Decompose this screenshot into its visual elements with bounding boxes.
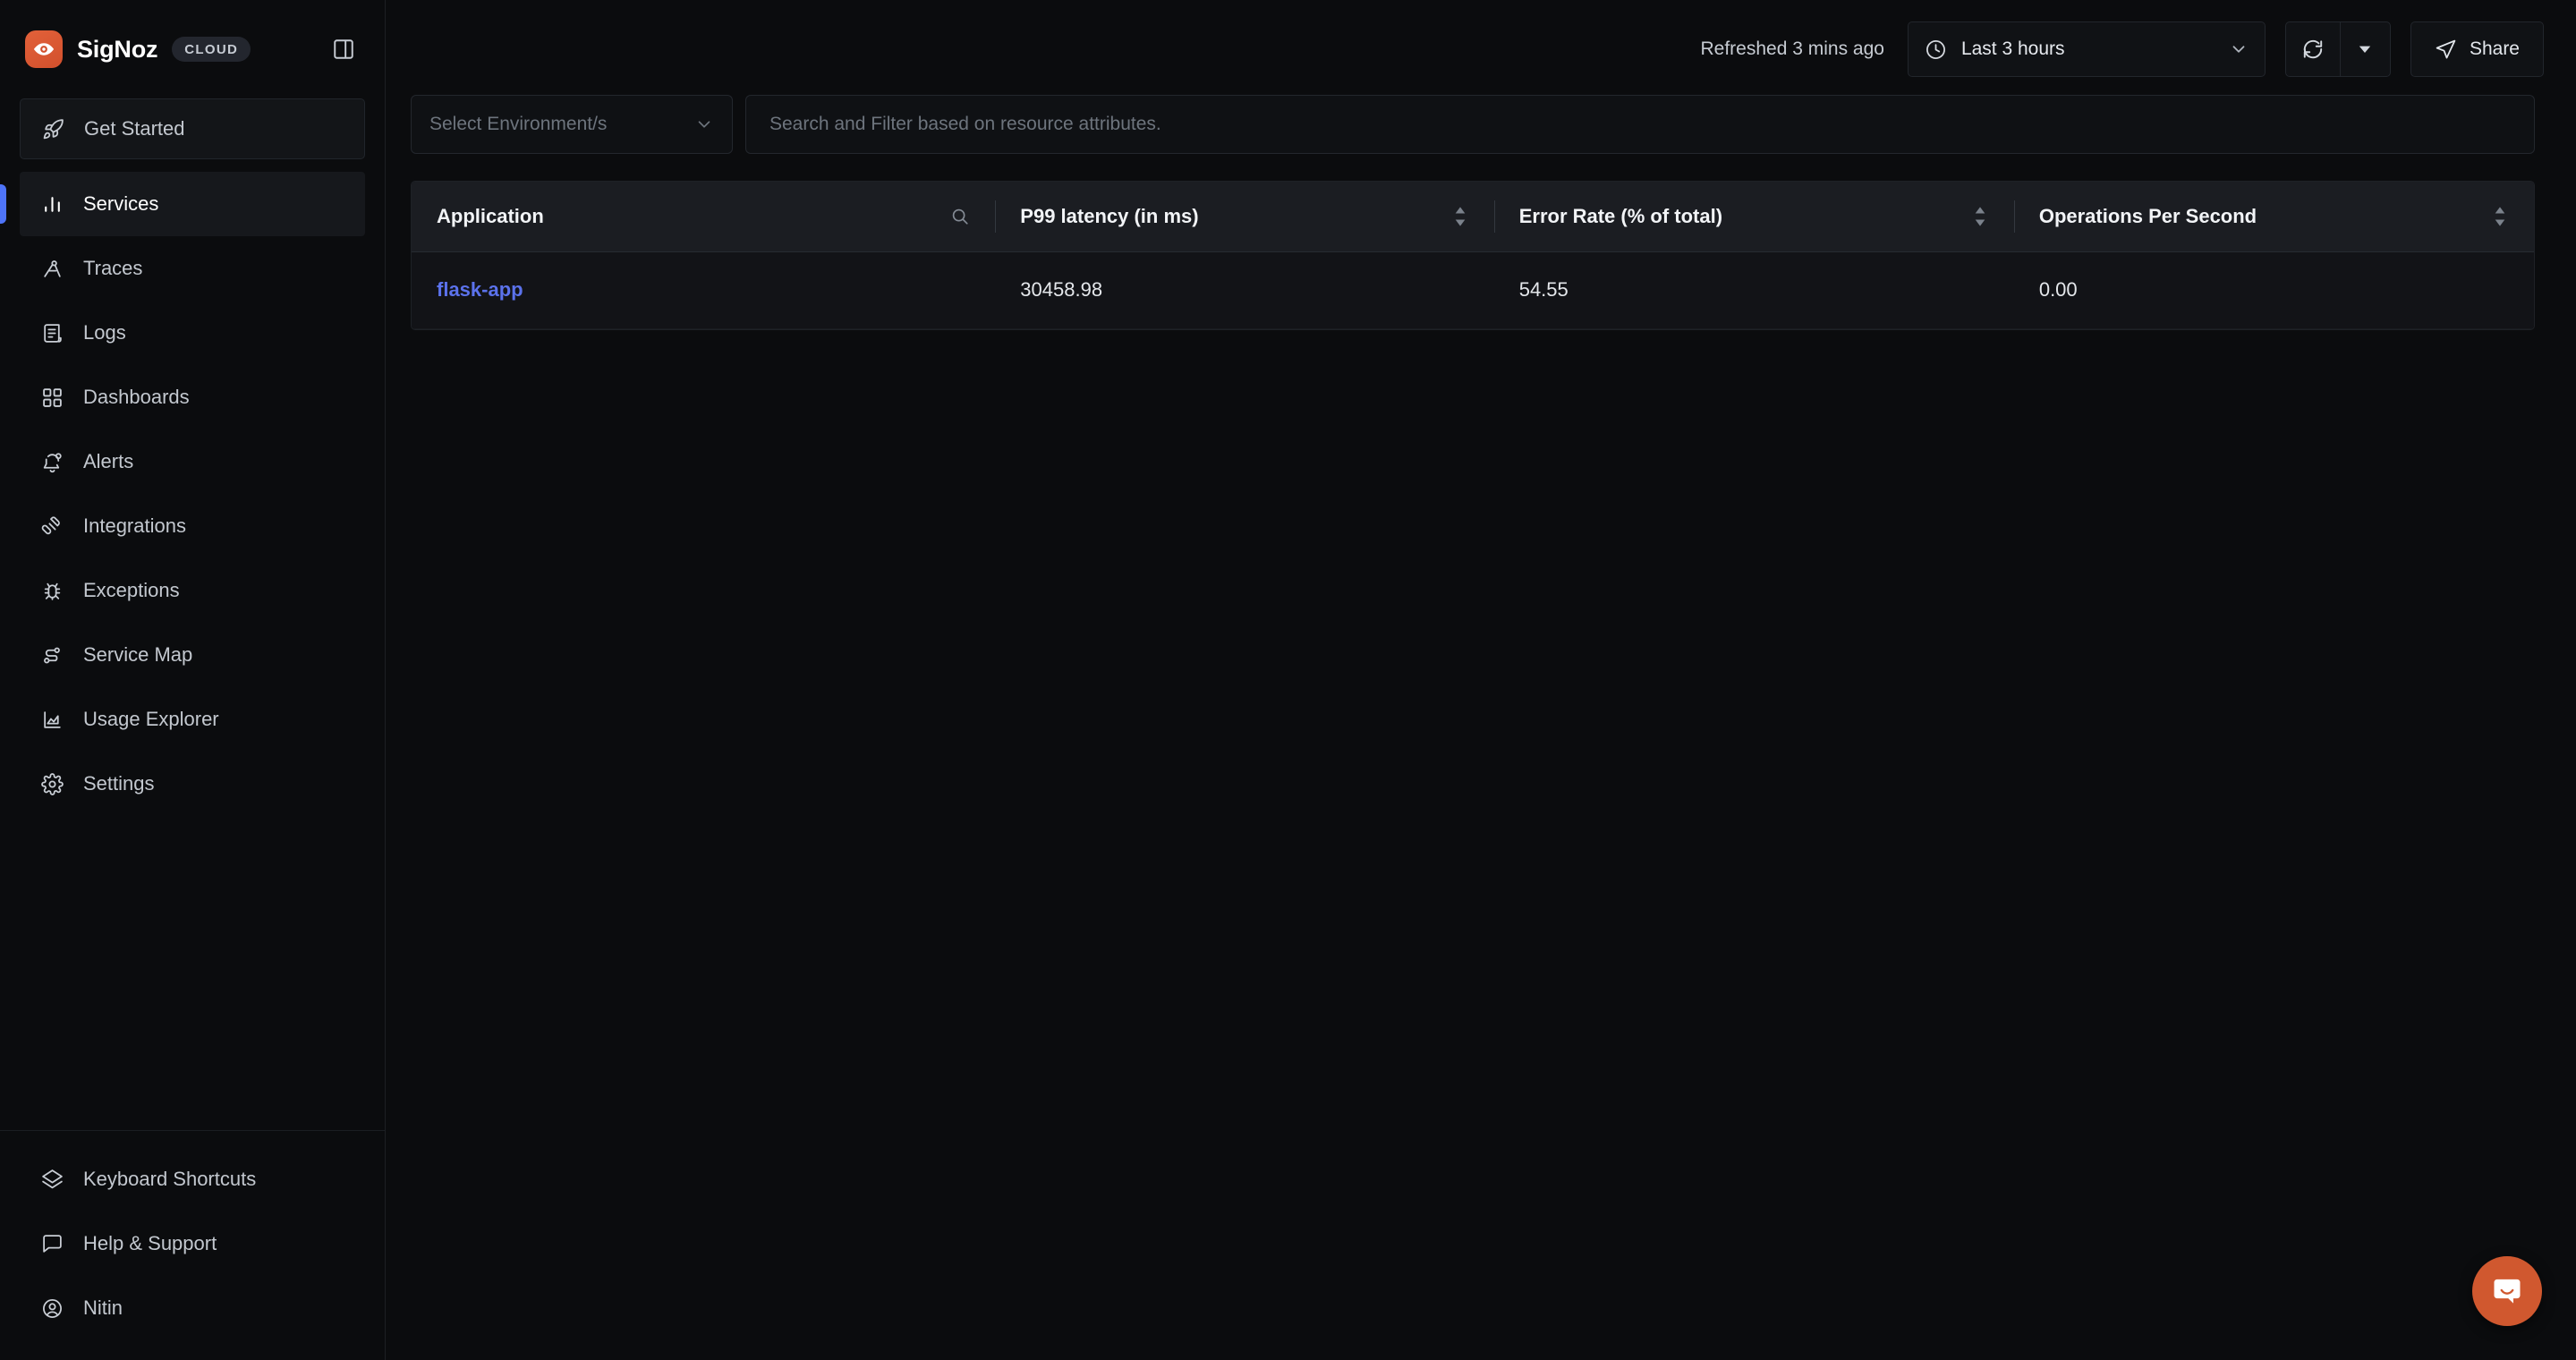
chevron-down-icon bbox=[694, 115, 714, 134]
services-table: Application P99 latency (in ms) Error Ra… bbox=[412, 182, 2534, 329]
traces-icon bbox=[40, 257, 64, 280]
sidebar-item-dashboards[interactable]: Dashboards bbox=[20, 365, 365, 429]
share-button[interactable]: Share bbox=[2410, 21, 2544, 77]
column-header-error-rate[interactable]: Error Rate (% of total) bbox=[1493, 182, 2014, 252]
bar-chart-icon bbox=[40, 192, 64, 216]
table-header-row: Application P99 latency (in ms) Error Ra… bbox=[412, 182, 2534, 252]
grid-icon bbox=[40, 386, 64, 409]
sidebar-item-integrations[interactable]: Integrations bbox=[20, 494, 365, 558]
intercom-launcher-button[interactable] bbox=[2472, 1256, 2542, 1326]
bell-icon bbox=[40, 450, 64, 473]
sidebar-item-label: Traces bbox=[83, 257, 143, 279]
caret-down-icon bbox=[2357, 41, 2373, 57]
environment-select[interactable]: Select Environment/s bbox=[411, 95, 733, 154]
sidebar: SigNoz CLOUD Get Started Services Traces… bbox=[0, 0, 386, 1360]
refreshed-status: Refreshed 3 mins ago bbox=[1700, 38, 1884, 59]
sidebar-item-label: Keyboard Shortcuts bbox=[83, 1168, 257, 1190]
top-toolbar: Refreshed 3 mins ago Last 3 hours Share bbox=[386, 0, 2576, 98]
sidebar-primary-nav: Get Started Services Traces Logs Dashboa… bbox=[0, 98, 385, 816]
signoz-logo-icon bbox=[25, 30, 63, 68]
cell-operations-per-second: 0.00 bbox=[2013, 251, 2534, 329]
environment-select-placeholder: Select Environment/s bbox=[429, 114, 608, 134]
sidebar-item-label: Services bbox=[83, 192, 159, 215]
gear-icon bbox=[40, 772, 64, 795]
layers-icon bbox=[40, 1168, 64, 1191]
send-icon bbox=[2435, 38, 2457, 61]
sidebar-item-help-and-support[interactable]: Help & Support bbox=[20, 1211, 365, 1276]
sort-icon[interactable] bbox=[2491, 205, 2509, 228]
time-range-picker[interactable]: Last 3 hours bbox=[1907, 21, 2266, 77]
column-header-label: Application bbox=[437, 204, 544, 227]
sidebar-item-label: Service Map bbox=[83, 643, 193, 666]
table-row[interactable]: flask-app 30458.98 54.55 0.00 bbox=[412, 251, 2534, 329]
sidebar-item-service-map[interactable]: Service Map bbox=[20, 623, 365, 687]
sidebar-item-label: Settings bbox=[83, 772, 155, 795]
signoz-app: SigNoz CLOUD Get Started Services Traces… bbox=[0, 0, 2576, 1360]
sidebar-item-label: Alerts bbox=[83, 450, 134, 472]
service-map-icon bbox=[40, 643, 64, 667]
chat-icon bbox=[40, 1232, 64, 1255]
column-header-label: Operations Per Second bbox=[2038, 204, 2257, 227]
sidebar-item-logs[interactable]: Logs bbox=[20, 301, 365, 365]
sort-icon[interactable] bbox=[1451, 205, 1469, 228]
area-chart-icon bbox=[40, 708, 64, 731]
sidebar-collapse-toggle-icon[interactable] bbox=[327, 33, 360, 65]
services-table-body: flask-app 30458.98 54.55 0.00 bbox=[412, 251, 2534, 329]
resource-attribute-search-input[interactable]: Search and Filter based on resource attr… bbox=[745, 95, 2535, 154]
cell-error-rate: 54.55 bbox=[1493, 251, 2014, 329]
column-header-p99-latency[interactable]: P99 latency (in ms) bbox=[995, 182, 1494, 252]
plug-icon bbox=[40, 514, 64, 538]
sidebar-item-exceptions[interactable]: Exceptions bbox=[20, 558, 365, 623]
services-table-head: Application P99 latency (in ms) Error Ra… bbox=[412, 182, 2534, 252]
column-header-application[interactable]: Application bbox=[412, 182, 996, 252]
sidebar-item-label: Help & Support bbox=[83, 1232, 217, 1254]
services-table-container: Application P99 latency (in ms) Error Ra… bbox=[411, 181, 2535, 330]
sidebar-item-label: Usage Explorer bbox=[83, 708, 219, 730]
refresh-button-group bbox=[2284, 21, 2391, 77]
sidebar-item-traces[interactable]: Traces bbox=[20, 236, 365, 301]
sidebar-bottom-nav: Keyboard Shortcuts Help & Support Nitin bbox=[0, 1130, 385, 1360]
cell-p99-latency: 30458.98 bbox=[995, 251, 1494, 329]
sidebar-item-get-started[interactable]: Get Started bbox=[20, 98, 365, 159]
time-range-value: Last 3 hours bbox=[1960, 38, 2065, 59]
refresh-button[interactable] bbox=[2286, 22, 2340, 76]
column-header-operations-per-second[interactable]: Operations Per Second bbox=[2013, 182, 2534, 252]
chevron-down-icon bbox=[2229, 39, 2249, 59]
bug-icon bbox=[40, 579, 64, 602]
refresh-interval-dropdown-button[interactable] bbox=[2339, 22, 2390, 76]
search-input-placeholder: Search and Filter based on resource attr… bbox=[769, 114, 1161, 134]
sidebar-item-label: Integrations bbox=[83, 514, 186, 537]
sidebar-item-label: Exceptions bbox=[83, 579, 180, 601]
brand-row: SigNoz CLOUD bbox=[0, 0, 385, 98]
sidebar-item-keyboard-shortcuts[interactable]: Keyboard Shortcuts bbox=[20, 1147, 365, 1211]
column-header-label: Error Rate (% of total) bbox=[1518, 204, 1723, 227]
cell-application: flask-app bbox=[412, 251, 996, 329]
sidebar-item-usage-explorer[interactable]: Usage Explorer bbox=[20, 687, 365, 752]
sidebar-item-services[interactable]: Services bbox=[20, 172, 365, 236]
brand-plan-badge: CLOUD bbox=[172, 37, 251, 62]
sort-icon[interactable] bbox=[1971, 205, 1989, 228]
sidebar-item-alerts[interactable]: Alerts bbox=[20, 429, 365, 494]
rocket-icon bbox=[41, 117, 64, 140]
filter-bar: Select Environment/s Search and Filter b… bbox=[386, 95, 2576, 154]
user-circle-icon bbox=[40, 1296, 64, 1320]
service-link-flask-app[interactable]: flask-app bbox=[437, 278, 523, 301]
sidebar-item-label: Get Started bbox=[84, 117, 185, 140]
sidebar-item-settings[interactable]: Settings bbox=[20, 752, 365, 816]
clock-icon bbox=[1925, 38, 1947, 61]
refresh-icon bbox=[2301, 38, 2325, 61]
brand-name: SigNoz bbox=[77, 35, 158, 63]
sidebar-item-label: Dashboards bbox=[83, 386, 190, 408]
sidebar-item-label: Logs bbox=[83, 321, 126, 344]
column-header-label: P99 latency (in ms) bbox=[1020, 204, 1199, 227]
search-icon[interactable] bbox=[950, 207, 970, 226]
intercom-chat-icon bbox=[2489, 1273, 2525, 1309]
main-content: Refreshed 3 mins ago Last 3 hours Share … bbox=[386, 0, 2576, 1360]
logs-icon bbox=[40, 321, 64, 344]
sidebar-item-label: Nitin bbox=[83, 1296, 123, 1319]
share-button-label: Share bbox=[2469, 38, 2520, 59]
sidebar-item-user-profile[interactable]: Nitin bbox=[20, 1276, 365, 1340]
